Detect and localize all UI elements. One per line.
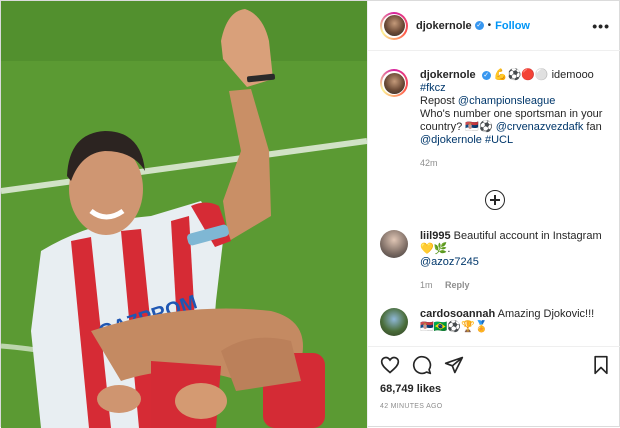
repost-label: Repost — [420, 95, 455, 107]
avatar[interactable] — [380, 308, 408, 336]
instagram-post: GAZPROM djokernole ✓ • Follow ••• — [0, 0, 620, 428]
posted-time[interactable]: 42 MINUTES AGO — [380, 403, 610, 410]
mention-link[interactable]: @championsleague — [458, 95, 555, 107]
verified-icon: ✓ — [474, 21, 484, 30]
verified-icon: ✓ — [481, 70, 491, 80]
load-more-comments-icon[interactable] — [485, 190, 505, 210]
caption-emojis: 💪⚽🔴⚪ — [493, 69, 549, 81]
reply-button[interactable]: Reply — [445, 280, 470, 290]
separator-dot: • — [487, 20, 492, 31]
avatar[interactable] — [380, 230, 408, 258]
mention-link[interactable]: @azoz7245 — [420, 256, 479, 268]
comment-text: Amazing Djokovic!!! — [497, 308, 595, 320]
comment-text: Beautiful account in Instagram — [453, 230, 602, 242]
comment-emojis: 🇷🇸🇧🇷⚽🏆🏅 — [420, 321, 489, 333]
header-username[interactable]: djokernole — [416, 20, 472, 32]
bookmark-icon[interactable] — [592, 355, 610, 375]
caption-text: idemooo — [551, 69, 594, 81]
caption-username[interactable]: djokernole — [420, 69, 476, 81]
comment-item: liil995 Beautiful account in Instagram 💛… — [368, 230, 620, 292]
likes-count[interactable]: 68,749 likes — [380, 383, 610, 395]
caption-fan: fan — [586, 121, 602, 133]
caption-item: djokernole ✓ 💪⚽🔴⚪ idemooo #fkcz Repost @… — [368, 51, 620, 170]
comment-body: cardosoannah Amazing Djokovic!!! 🇷🇸🇧🇷⚽🏆🏅 — [420, 308, 610, 336]
action-icons — [380, 347, 610, 383]
caption-timestamp[interactable]: 42m — [420, 157, 610, 170]
hashtag-link[interactable]: #fkcz — [420, 82, 446, 94]
comment-icon[interactable] — [412, 355, 432, 375]
share-icon[interactable] — [444, 355, 464, 375]
comment-meta: 1m Reply — [420, 279, 610, 292]
post-photo[interactable]: GAZPROM — [1, 1, 367, 428]
comment-body: liil995 Beautiful account in Instagram 💛… — [420, 230, 610, 292]
more-options-icon[interactable]: ••• — [592, 18, 610, 34]
mention-link[interactable]: @crvenazvezdafk — [496, 121, 584, 133]
post-side-panel: djokernole ✓ • Follow ••• djokernole ✓ 💪… — [367, 1, 620, 428]
mention-link[interactable]: @djokernole — [420, 134, 482, 146]
heart-icon[interactable] — [380, 355, 400, 375]
caption-emojis-2: 🇷🇸⚽ — [465, 121, 493, 133]
comment-username[interactable]: liil995 — [420, 230, 451, 242]
avatar[interactable] — [380, 69, 408, 97]
comment-username[interactable]: cardosoannah — [420, 308, 495, 320]
post-header: djokernole ✓ • Follow ••• — [368, 1, 620, 51]
load-more-row — [368, 170, 620, 230]
avatar[interactable] — [380, 11, 408, 40]
comment-timestamp[interactable]: 1m — [420, 280, 433, 290]
comments-section: djokernole ✓ 💪⚽🔴⚪ idemooo #fkcz Repost @… — [368, 51, 620, 346]
photo-illustration: GAZPROM — [1, 1, 367, 428]
comment-item: cardosoannah Amazing Djokovic!!! 🇷🇸🇧🇷⚽🏆🏅 — [368, 308, 620, 336]
comment-emojis: 💛🌿. — [420, 243, 451, 255]
hashtag-link[interactable]: #UCL — [485, 134, 513, 146]
follow-button[interactable]: Follow — [495, 20, 530, 32]
post-actions: 68,749 likes 42 MINUTES AGO — [368, 346, 620, 428]
caption-body: djokernole ✓ 💪⚽🔴⚪ idemooo #fkcz Repost @… — [420, 69, 610, 170]
